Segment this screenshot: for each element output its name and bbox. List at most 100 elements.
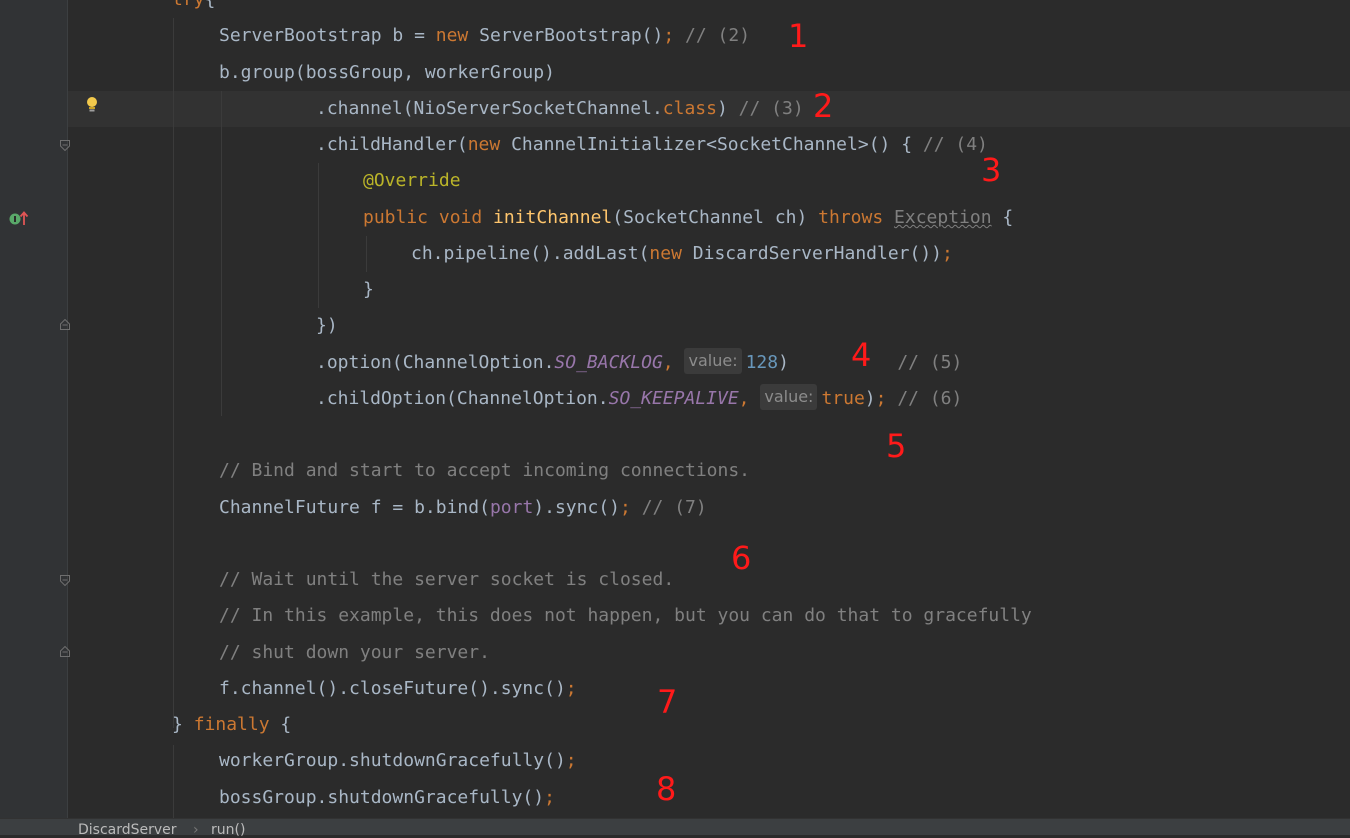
code-token: public void	[363, 207, 494, 228]
code-token: bossGroup.shutdownGracefully()	[219, 787, 545, 808]
annotation-marker: 4	[851, 336, 872, 374]
code-token: // (2)	[674, 25, 751, 46]
indent-guide	[366, 236, 367, 272]
code-line[interactable]: .childOption(ChannelOption.SO_KEEPALIVE,…	[316, 381, 962, 417]
annotation-marker: 5	[886, 427, 907, 465]
code-token: // Bind and start to accept incoming con…	[219, 460, 751, 481]
code-token: ;	[565, 678, 577, 699]
code-token: ;	[544, 787, 555, 808]
code-token: // Wait until the server socket is close…	[219, 569, 675, 590]
code-token: // (6)	[897, 388, 963, 409]
code-token: ServerBootstrap()	[468, 25, 664, 46]
code-token: .channel(NioServerSocketChannel.	[316, 98, 663, 119]
annotation-marker: 7	[657, 683, 678, 721]
code-line[interactable]: workerGroup.shutdownGracefully();	[219, 743, 577, 779]
code-token: .childOption(ChannelOption.	[316, 388, 609, 409]
code-token: {	[205, 0, 216, 10]
code-token: throws	[818, 207, 895, 228]
code-token: initChannel	[493, 207, 613, 228]
code-token: Exception	[894, 207, 992, 228]
editor-gutter[interactable]	[0, 0, 68, 834]
code-line[interactable]: // Wait until the server socket is close…	[219, 562, 674, 598]
code-token: )	[778, 352, 898, 373]
annotation-marker: 2	[813, 87, 834, 125]
code-token: .option(ChannelOption.	[316, 352, 555, 373]
code-line[interactable]: b.group(bossGroup, workerGroup)	[219, 55, 555, 91]
parameter-hint: value:	[684, 348, 742, 374]
code-token: 128	[745, 352, 779, 373]
code-line[interactable]: } finally {	[172, 707, 291, 743]
code-token: // (7)	[641, 497, 707, 518]
code-token: ;	[620, 497, 642, 518]
annotation-marker: 1	[788, 17, 809, 55]
code-token: finally	[193, 714, 281, 735]
code-line[interactable]: bossGroup.shutdownGracefully();	[219, 780, 555, 816]
code-token: SO_BACKLOG	[554, 352, 663, 373]
code-token: port	[489, 497, 534, 518]
code-line[interactable]: public void initChannel(SocketChannel ch…	[363, 200, 1013, 236]
code-token: // (4)	[922, 134, 988, 155]
code-token: ;	[875, 388, 898, 409]
code-line[interactable]: // In this example, this does not happen…	[219, 598, 1032, 634]
code-token: }	[363, 279, 374, 300]
code-line[interactable]: ChannelFuture f = b.bind(port).sync(); /…	[219, 490, 707, 526]
code-line[interactable]: try{	[172, 0, 215, 18]
code-token: (SocketChannel ch)	[612, 207, 819, 228]
fold-end-icon[interactable]	[60, 646, 70, 657]
indent-guide	[173, 18, 174, 728]
fold-end-icon[interactable]	[60, 319, 70, 330]
code-token: ch.pipeline().addLast(	[411, 243, 650, 264]
code-line[interactable]: // shut down your server.	[219, 635, 490, 671]
code-token: ,	[662, 352, 685, 373]
breadcrumb-separator: ›	[193, 822, 199, 838]
code-line[interactable]: ch.pipeline().addLast(new DiscardServerH…	[411, 236, 953, 272]
lightbulb-icon[interactable]	[85, 96, 99, 114]
code-token: new	[649, 243, 682, 264]
annotation-marker: 8	[656, 770, 677, 808]
breadcrumb-class[interactable]: DiscardServer	[78, 823, 177, 837]
code-token: ChannelInitializer<SocketChannel>() {	[500, 134, 923, 155]
code-token: SO_KEEPALIVE	[608, 388, 739, 409]
code-token: class	[662, 98, 717, 119]
code-token: )	[716, 98, 739, 119]
code-token: ).sync()	[533, 497, 620, 518]
indent-guide	[173, 745, 174, 818]
code-token: // (5)	[897, 352, 963, 373]
code-token: @Override	[363, 170, 461, 191]
code-line[interactable]: @Override	[363, 163, 461, 199]
indent-guide	[221, 91, 222, 416]
code-line[interactable]: }	[363, 272, 374, 308]
code-line[interactable]: // Bind and start to accept incoming con…	[219, 453, 750, 489]
fold-collapse-icon[interactable]	[60, 575, 70, 586]
code-token: b.group(bossGroup, workerGroup)	[219, 62, 555, 83]
code-token: {	[991, 207, 1014, 228]
code-token: DiscardServerHandler())	[681, 243, 943, 264]
code-token: ChannelFuture f = b.bind(	[219, 497, 490, 518]
code-line[interactable]: })	[316, 308, 338, 344]
fold-collapse-icon[interactable]	[60, 140, 70, 151]
code-token: // (3)	[738, 98, 804, 119]
code-token: new	[435, 25, 469, 46]
code-token: ;	[565, 750, 577, 771]
code-token: ;	[663, 25, 675, 46]
breadcrumb-method[interactable]: run()	[211, 823, 245, 837]
code-token: // shut down your server.	[219, 642, 490, 663]
breadcrumb: DiscardServer › run()	[0, 818, 1350, 838]
code-token: true	[821, 388, 865, 409]
override-method-icon[interactable]	[8, 209, 30, 227]
indent-guide	[318, 163, 319, 308]
code-line[interactable]: f.channel().closeFuture().sync();	[219, 671, 577, 707]
annotation-marker: 3	[981, 151, 1002, 189]
code-token: })	[316, 315, 338, 336]
code-token: try	[172, 0, 205, 10]
code-token: workerGroup.shutdownGracefully()	[219, 750, 566, 771]
code-token: // In this example, this does not happen…	[219, 605, 1032, 626]
code-line[interactable]: ServerBootstrap b = new ServerBootstrap(…	[219, 18, 750, 54]
code-token: )	[864, 388, 876, 409]
code-line[interactable]: .childHandler(new ChannelInitializer<Soc…	[316, 127, 988, 163]
annotation-marker: 6	[731, 539, 752, 577]
code-token: {	[280, 714, 292, 735]
code-token: }	[172, 714, 194, 735]
code-line[interactable]: .channel(NioServerSocketChannel.class) /…	[316, 91, 804, 127]
code-token: new	[467, 134, 501, 155]
